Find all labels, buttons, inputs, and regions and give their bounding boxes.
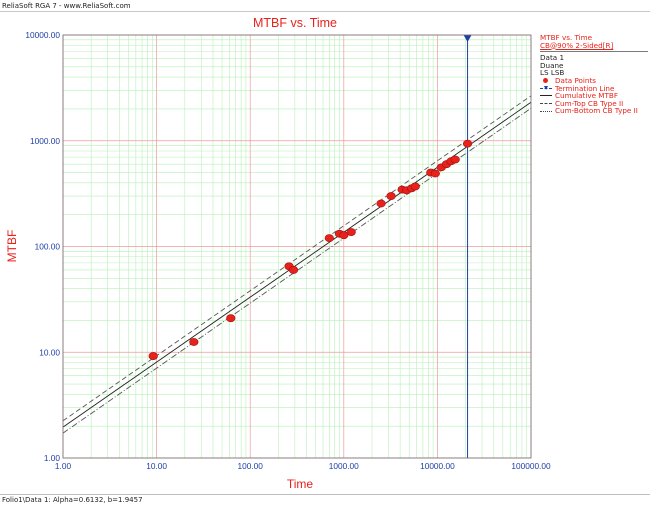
legend-item-label: Cum-Bottom CB Type II xyxy=(555,106,638,116)
data-point xyxy=(288,266,299,274)
data-point xyxy=(324,234,334,243)
data-point xyxy=(450,155,460,164)
y-axis-label: MTBF xyxy=(5,230,19,263)
chart-title: MTBF vs. Time xyxy=(253,16,337,30)
data-point xyxy=(410,182,420,191)
data-point xyxy=(430,169,440,178)
status-text: Folio1\Data 1: Alpha=0.6132, b=1.9457 xyxy=(2,496,143,504)
y-tick-label: 10.00 xyxy=(39,347,60,357)
y-tick-label: 1000.00 xyxy=(30,136,60,146)
data-point xyxy=(462,139,473,148)
data-point xyxy=(148,352,158,360)
x-tick-label: 100000.00 xyxy=(511,461,551,471)
legend-divider xyxy=(540,51,648,53)
legend-item-cum-bottom-cb: Cum-Bottom CB Type II xyxy=(540,107,648,115)
status-bar: Folio1\Data 1: Alpha=0.6132, b=1.9457 xyxy=(0,494,650,505)
red-dot-icon xyxy=(540,77,552,84)
data-point xyxy=(386,192,396,200)
data-point xyxy=(226,314,236,323)
dash-dot-line-icon xyxy=(540,108,552,115)
dashed-line-icon xyxy=(540,100,552,107)
x-tick-label: 100.00 xyxy=(238,461,264,471)
solid-line-icon xyxy=(540,92,552,99)
legend-subtitle: CB@90% 2-Sided[R] xyxy=(540,40,614,50)
data-point xyxy=(189,338,199,346)
x-tick-label: 1000.00 xyxy=(329,461,359,471)
data-point xyxy=(376,199,386,208)
x-axis-label: Time xyxy=(287,477,314,491)
y-tick-label: 10000.00 xyxy=(25,30,60,40)
legend: MTBF vs. Time CB@90% 2-Sided[R] Data 1 D… xyxy=(540,34,648,115)
x-tick-label: 10000.00 xyxy=(420,461,455,471)
dashed-line-arrow-icon xyxy=(540,85,552,92)
y-tick-label: 100.00 xyxy=(35,242,61,252)
grid xyxy=(62,34,532,459)
x-tick-label: 10.00 xyxy=(146,461,167,471)
data-point xyxy=(346,228,356,236)
y-tick-label: 1.00 xyxy=(44,453,61,463)
